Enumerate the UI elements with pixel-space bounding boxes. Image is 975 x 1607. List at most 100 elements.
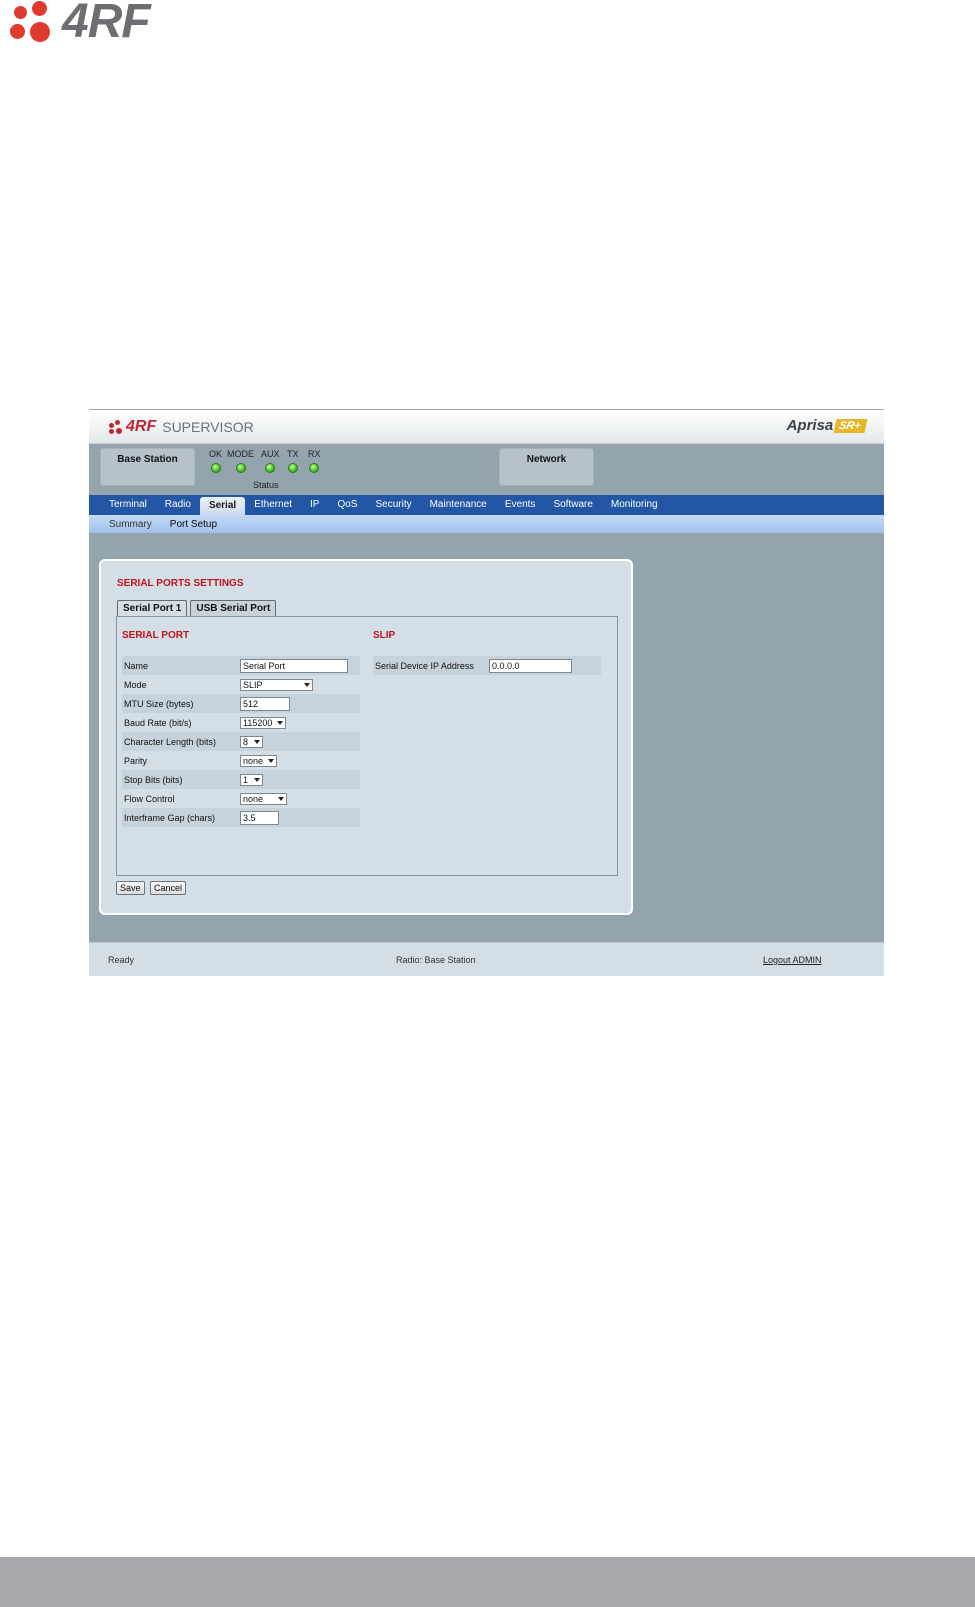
gap-input[interactable] bbox=[240, 810, 279, 825]
mtu-label: MTU Size (bytes) bbox=[124, 698, 194, 709]
mode-select[interactable]: SLIP bbox=[240, 678, 313, 691]
chevron-down-icon bbox=[304, 682, 310, 687]
base-station-box[interactable]: Base Station bbox=[100, 448, 195, 486]
subnav-port-setup[interactable]: Port Setup bbox=[161, 519, 226, 530]
header-logo: 4RF SUPERVISOR bbox=[109, 417, 254, 437]
led-aux-icon bbox=[265, 463, 276, 473]
header-product: SUPERVISOR bbox=[162, 419, 254, 435]
nav-qos[interactable]: QoS bbox=[328, 495, 366, 515]
slip-form: Serial Device IP Address bbox=[373, 656, 601, 675]
nav-events[interactable]: Events bbox=[496, 495, 545, 515]
sub-nav: Summary Port Setup bbox=[89, 515, 884, 533]
flow-value: none bbox=[243, 793, 264, 804]
gap-label: Interframe Gap (chars) bbox=[124, 812, 216, 823]
row-parity: Parity none bbox=[122, 751, 360, 770]
row-charlen: Character Length (bits) 8 bbox=[122, 732, 360, 751]
row-mtu: MTU Size (bytes) bbox=[122, 694, 360, 713]
brand-dots-icon bbox=[109, 420, 123, 434]
parity-label: Parity bbox=[124, 755, 148, 766]
baud-select[interactable]: 115200 bbox=[240, 716, 286, 729]
row-gap: Interframe Gap (chars) bbox=[122, 808, 360, 827]
tab-body: SERIAL PORT Name Mode SLIP MTU Size (byt… bbox=[116, 616, 618, 876]
status-band: Base Station OK MODE AUX TX RX Status Ne… bbox=[89, 443, 884, 495]
logo-text: 4RF bbox=[62, 0, 151, 48]
led-mode: MODE bbox=[227, 449, 254, 473]
row-baud: Baud Rate (bit/s) 115200 bbox=[122, 713, 360, 732]
led-aux: AUX bbox=[261, 449, 280, 473]
row-flow: Flow Control none bbox=[122, 789, 360, 808]
baud-value: 115200 bbox=[243, 717, 273, 728]
nav-ethernet[interactable]: Ethernet bbox=[245, 495, 301, 515]
led-mode-icon bbox=[235, 463, 246, 473]
serial-settings-panel: SERIAL PORTS SETTINGS Serial Port 1 USB … bbox=[99, 559, 633, 915]
stopbits-select[interactable]: 1 bbox=[240, 773, 263, 786]
chevron-down-icon bbox=[254, 739, 260, 744]
settings-title: SERIAL PORTS SETTINGS bbox=[117, 578, 244, 589]
led-label: AUX bbox=[261, 449, 280, 459]
nav-serial[interactable]: Serial bbox=[199, 497, 246, 515]
page-footer-band bbox=[0, 1557, 975, 1607]
parity-value: none bbox=[243, 755, 264, 766]
row-slip-ip: Serial Device IP Address bbox=[373, 656, 601, 675]
led-tx-icon bbox=[287, 463, 298, 473]
page-logo: 4RF bbox=[10, 0, 210, 48]
slip-heading: SLIP bbox=[373, 630, 396, 641]
led-label: MODE bbox=[227, 449, 254, 459]
aprisa-badge: SR+ bbox=[833, 418, 868, 433]
name-input[interactable] bbox=[240, 658, 348, 673]
nav-security[interactable]: Security bbox=[366, 495, 420, 515]
main-nav: Terminal Radio Serial Ethernet IP QoS Se… bbox=[89, 495, 884, 515]
stopbits-value: 1 bbox=[243, 774, 249, 785]
aprisa-logo: Aprisa SR+ bbox=[787, 417, 868, 434]
stopbits-label: Stop Bits (bits) bbox=[124, 774, 183, 785]
led-rx-icon bbox=[309, 463, 320, 473]
flow-select[interactable]: none bbox=[240, 792, 287, 805]
app-window: 4RF SUPERVISOR Aprisa SR+ Base Station O… bbox=[89, 409, 884, 976]
row-stopbits: Stop Bits (bits) 1 bbox=[122, 770, 360, 789]
baud-label: Baud Rate (bit/s) bbox=[124, 717, 192, 728]
led-label: RX bbox=[308, 449, 321, 459]
status-footer: Ready Radio: Base Station Logout ADMIN bbox=[89, 942, 884, 976]
name-label: Name bbox=[124, 660, 149, 671]
nav-terminal[interactable]: Terminal bbox=[89, 495, 156, 515]
row-mode: Mode SLIP bbox=[122, 675, 360, 694]
tab-usb-serial-port[interactable]: USB Serial Port bbox=[190, 600, 277, 617]
led-ok: OK bbox=[209, 449, 222, 473]
mode-label: Mode bbox=[124, 679, 147, 690]
header-brand: 4RF bbox=[126, 418, 157, 435]
led-ok-icon bbox=[210, 463, 221, 473]
footer-radio: Radio: Base Station bbox=[396, 955, 476, 965]
nav-software[interactable]: Software bbox=[544, 495, 601, 515]
led-label: TX bbox=[287, 449, 299, 459]
port-tabs: Serial Port 1 USB Serial Port bbox=[117, 600, 279, 617]
led-tx: TX bbox=[287, 449, 299, 473]
serial-port-form: Name Mode SLIP MTU Size (bytes) Baud Rat… bbox=[122, 656, 360, 827]
charlen-label: Character Length (bits) bbox=[124, 736, 217, 747]
app-header: 4RF SUPERVISOR Aprisa SR+ bbox=[89, 410, 884, 444]
tab-serial-port-1[interactable]: Serial Port 1 bbox=[117, 600, 188, 617]
save-button[interactable]: Save bbox=[116, 881, 145, 895]
nav-monitoring[interactable]: Monitoring bbox=[602, 495, 667, 515]
logout-link[interactable]: Logout ADMIN bbox=[763, 955, 822, 965]
led-label: OK bbox=[209, 449, 223, 459]
chevron-down-icon bbox=[268, 758, 274, 763]
parity-select[interactable]: none bbox=[240, 754, 277, 767]
slip-ip-label: Serial Device IP Address bbox=[375, 660, 474, 671]
chevron-down-icon bbox=[278, 796, 284, 801]
led-rx: RX bbox=[308, 449, 321, 473]
footer-ready: Ready bbox=[108, 955, 135, 965]
nav-radio[interactable]: Radio bbox=[156, 495, 200, 515]
network-box[interactable]: Network bbox=[499, 448, 594, 486]
nav-maintenance[interactable]: Maintenance bbox=[421, 495, 496, 515]
mode-value: SLIP bbox=[243, 679, 263, 690]
nav-ip[interactable]: IP bbox=[301, 495, 328, 515]
status-caption: Status bbox=[253, 480, 279, 490]
row-name: Name bbox=[122, 656, 360, 675]
charlen-value: 8 bbox=[243, 736, 249, 747]
subnav-summary[interactable]: Summary bbox=[89, 519, 161, 530]
cancel-button[interactable]: Cancel bbox=[150, 881, 187, 895]
charlen-select[interactable]: 8 bbox=[240, 735, 263, 748]
slip-ip-input[interactable] bbox=[489, 658, 572, 673]
chevron-down-icon bbox=[277, 720, 283, 725]
mtu-input[interactable] bbox=[240, 696, 290, 711]
